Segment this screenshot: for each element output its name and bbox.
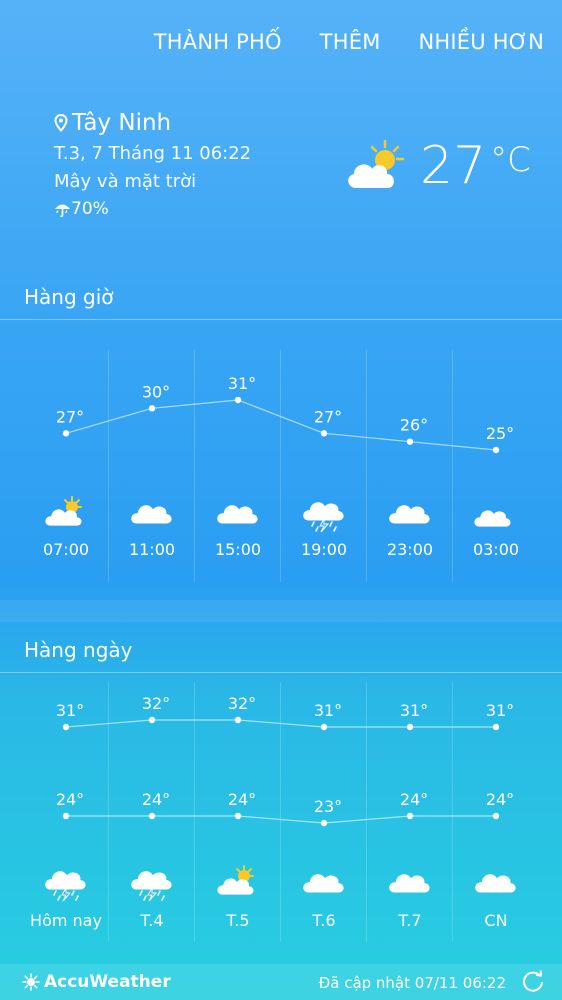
- daily-low-label: 24°: [400, 790, 428, 809]
- add-button[interactable]: THÊM: [320, 30, 381, 54]
- cloudy-icon: [389, 874, 430, 893]
- hourly-temp-chart: 27° 07:00 30° 11:00 31° 15:00 27° 19:00 26° 23:00…: [43, 374, 519, 559]
- section-separator: [0, 600, 562, 622]
- thunderstorm-icon: [303, 502, 344, 533]
- last-updated: Đã cập nhật 07/11 06:22: [318, 974, 506, 992]
- daily-low-line: [66, 815, 496, 824]
- daily-day-label: T.4: [139, 911, 163, 930]
- cloudy-icon: [217, 505, 258, 524]
- hourly-temp-label: 26°: [400, 416, 428, 435]
- cloudy-icon: [303, 874, 344, 893]
- partly-sunny-icon: [217, 865, 254, 895]
- current-temperature: 27 °C: [420, 136, 531, 196]
- hourly-temp-label: 27°: [314, 407, 342, 426]
- current-temp-value: 27: [420, 136, 487, 196]
- daily-day-label: T.6: [311, 911, 335, 930]
- hourly-time-label: 23:00: [387, 540, 433, 559]
- daily-low-label: 24°: [228, 790, 256, 809]
- daily-high-line: [65, 719, 496, 728]
- thunderstorm-icon: [131, 871, 172, 902]
- hourly-divider: [0, 319, 562, 320]
- partly-sunny-icon: [45, 496, 82, 526]
- daily-low-point: [406, 812, 414, 820]
- partly-cloudy-night-icon: [474, 499, 514, 527]
- daily-low-label: 24°: [56, 790, 84, 809]
- hourly-temp-label: 25°: [486, 424, 514, 443]
- current-conditions: Tây Ninh T.3, 7 Tháng 11 06:22 Mây và mặ…: [54, 110, 251, 219]
- hourly-time-label: 11:00: [129, 540, 175, 559]
- daily-high-point: [492, 723, 500, 731]
- daily-divider: [0, 672, 562, 673]
- daily-high-point: [234, 716, 242, 724]
- thunderstorm-icon: [45, 871, 86, 902]
- city-menu-button[interactable]: THÀNH PHỐ: [154, 30, 282, 54]
- umbrella-icon: [55, 204, 70, 217]
- daily-high-label: 31°: [314, 701, 342, 720]
- hourly-time-label: 19:00: [301, 540, 347, 559]
- daily-temp-chart: 31° 24° Hôm nay 32° 24° T.4 32° 24° T.5 31° 23° T.6…: [30, 694, 516, 930]
- current-datetime: T.3, 7 Tháng 11 06:22: [54, 143, 252, 164]
- hourly-temp-label: 27°: [56, 407, 84, 426]
- precip-value: 70%: [71, 199, 109, 219]
- location-pin-icon: [54, 114, 68, 132]
- daily-low-point: [320, 819, 328, 827]
- more-button[interactable]: NHIỀU HƠN: [419, 30, 544, 54]
- hourly-temp-point: [320, 430, 328, 437]
- daily-low-label: 24°: [142, 790, 170, 809]
- refresh-icon[interactable]: [520, 969, 546, 995]
- accuweather-logo[interactable]: AccuWeather: [22, 972, 171, 992]
- cloudy-icon: [131, 505, 172, 524]
- daily-high-label: 31°: [56, 701, 84, 720]
- hourly-forecast[interactable]: 27° 07:00 30° 11:00 31° 15:00 27° 19:00 26° 23:00…: [0, 350, 562, 582]
- hourly-temp-point: [62, 430, 70, 437]
- hourly-time-label: 03:00: [473, 540, 519, 559]
- city-name: Tây Ninh: [72, 110, 172, 136]
- cloudy-icon: [475, 874, 516, 893]
- daily-day-label: Hôm nay: [30, 911, 102, 930]
- footer: AccuWeather Đã cập nhật 07/11 06:22: [0, 964, 562, 1000]
- temp-unit: °C: [490, 140, 531, 180]
- precip-row: 70%: [54, 199, 251, 219]
- daily-low-point: [62, 812, 70, 820]
- daily-title: Hàng ngày: [24, 638, 133, 662]
- accuweather-sun-icon: [22, 973, 40, 991]
- daily-day-label: T.5: [225, 911, 249, 930]
- daily-high-label: 31°: [486, 701, 514, 720]
- daily-low-point: [148, 812, 156, 820]
- daily-low-point: [492, 812, 500, 820]
- hourly-temp-label: 31°: [228, 374, 256, 393]
- hourly-temp-line: [65, 399, 497, 451]
- hourly-temp-label: 30°: [142, 382, 170, 401]
- hourly-temp-point: [148, 405, 156, 412]
- location-row[interactable]: Tây Ninh: [54, 110, 251, 136]
- hourly-time-label: 15:00: [215, 540, 261, 559]
- current-condition: Mây và mặt trời: [54, 171, 197, 192]
- daily-day-label: T.7: [397, 911, 421, 930]
- daily-high-point: [406, 723, 414, 731]
- current-weather-icon: [342, 138, 408, 198]
- hourly-time-label: 07:00: [43, 540, 89, 559]
- daily-high-point: [148, 716, 156, 724]
- daily-low-label: 23°: [314, 797, 342, 816]
- daily-forecast[interactable]: 31° 24° Hôm nay 32° 24° T.4 32° 24° T.5 31° 23° T.6…: [0, 682, 562, 942]
- cloudy-icon: [389, 505, 430, 524]
- daily-high-point: [320, 723, 328, 731]
- daily-high-label: 31°: [400, 701, 428, 720]
- top-nav: THÀNH PHỐ THÊM NHIỀU HƠN: [154, 30, 544, 54]
- brand-label: AccuWeather: [44, 972, 171, 992]
- daily-low-point: [234, 812, 242, 820]
- hourly-temp-point: [406, 438, 414, 445]
- daily-high-label: 32°: [228, 694, 256, 713]
- hourly-temp-point: [234, 396, 242, 404]
- daily-day-label: CN: [484, 911, 507, 930]
- hourly-title: Hàng giờ: [24, 285, 114, 309]
- daily-high-point: [62, 723, 70, 731]
- daily-high-label: 32°: [142, 694, 170, 713]
- daily-low-label: 24°: [486, 790, 514, 809]
- hourly-temp-point: [492, 446, 500, 454]
